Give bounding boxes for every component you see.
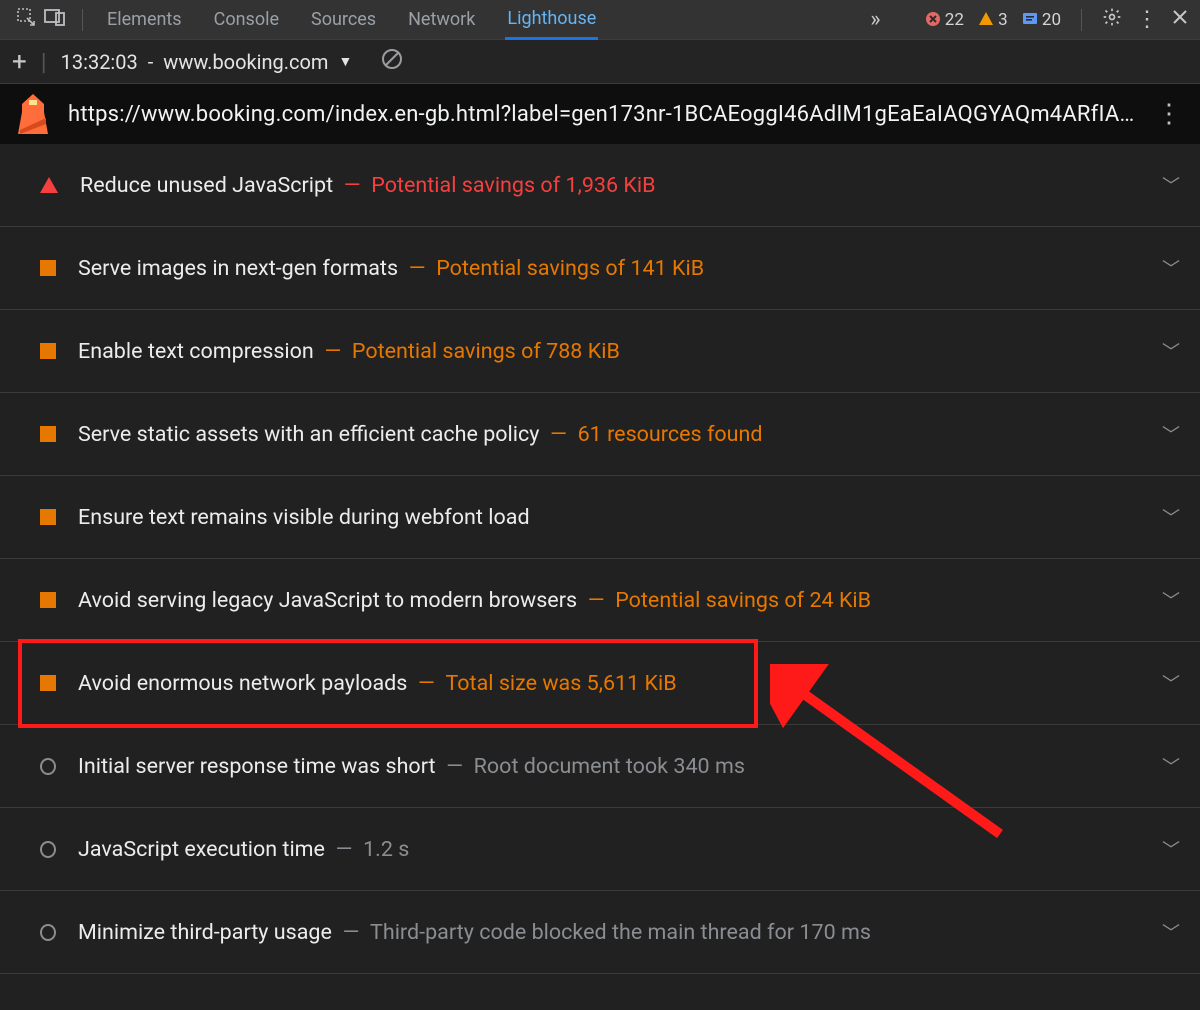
- audit-row[interactable]: Serve static assets with an efficient ca…: [0, 393, 1200, 476]
- report-url-bar: https://www.booking.com/index.en-gb.html…: [0, 84, 1200, 144]
- audit-detail: Potential savings of 24 KiB: [615, 588, 871, 613]
- audit-detail: Potential savings of 1,936 KiB: [371, 173, 655, 198]
- kebab-icon[interactable]: ⋮: [1136, 7, 1158, 32]
- audit-title: Ensure text remains visible during webfo…: [78, 505, 530, 530]
- warning-count[interactable]: 3: [978, 10, 1008, 30]
- audit-title: Avoid enormous network payloads: [78, 671, 407, 696]
- close-icon[interactable]: [1172, 9, 1188, 30]
- gear-icon[interactable]: [1102, 7, 1122, 32]
- lighthouse-toolbar: + | 13:32:03 - www.booking.com ▼: [0, 40, 1200, 84]
- device-toggle-icon[interactable]: [44, 8, 66, 31]
- new-report-button[interactable]: +: [12, 47, 41, 77]
- report-url[interactable]: https://www.booking.com/index.en-gb.html…: [68, 102, 1136, 127]
- tabs-overflow[interactable]: »: [870, 7, 880, 32]
- audit-detail: 1.2 s: [363, 837, 409, 862]
- inspect-icon[interactable]: [16, 7, 36, 32]
- chevron-down-icon: ﹀: [1162, 753, 1180, 779]
- audit-row[interactable]: Minimize third-party usage — Third-party…: [0, 891, 1200, 974]
- tab-lighthouse[interactable]: Lighthouse: [505, 0, 598, 40]
- devtools-tabbar: ElementsConsoleSourcesNetworkLighthouse …: [0, 0, 1200, 40]
- chevron-down-icon: ﹀: [1162, 172, 1180, 198]
- square-icon: [40, 260, 56, 276]
- chevron-down-icon: ﹀: [1162, 504, 1180, 530]
- audit-title: Reduce unused JavaScript: [80, 173, 333, 198]
- report-menu-icon[interactable]: ⋮: [1156, 99, 1182, 129]
- chevron-down-icon: ﹀: [1162, 919, 1180, 945]
- square-icon: [40, 675, 56, 691]
- square-icon: [40, 343, 56, 359]
- audit-row[interactable]: Initial server response time was short —…: [0, 725, 1200, 808]
- lighthouse-icon: [18, 94, 48, 134]
- audit-row[interactable]: JavaScript execution time — 1.2 s﹀: [0, 808, 1200, 891]
- square-icon: [40, 426, 56, 442]
- audit-detail: Third-party code blocked the main thread…: [370, 920, 871, 945]
- audit-row[interactable]: Serve images in next-gen formats — Poten…: [0, 227, 1200, 310]
- report-timestamp: 13:32:03: [61, 50, 138, 74]
- audit-detail: Potential savings of 141 KiB: [436, 256, 704, 281]
- error-count[interactable]: 22: [925, 10, 964, 30]
- audit-row[interactable]: Avoid serving legacy JavaScript to moder…: [0, 559, 1200, 642]
- audit-list[interactable]: Reduce unused JavaScript — Potential sav…: [0, 144, 1200, 1010]
- triangle-icon: [40, 177, 58, 193]
- circle-icon: [40, 758, 56, 775]
- report-site: www.booking.com: [163, 50, 328, 74]
- tab-console[interactable]: Console: [212, 1, 281, 38]
- tabs-container: Elements Console Sources Network Lighthouse: [89, 0, 870, 40]
- square-icon: [40, 592, 56, 608]
- dropdown-triangle-icon: ▼: [338, 53, 352, 70]
- report-selector[interactable]: 13:32:03 - www.booking.com ▼: [61, 50, 353, 74]
- chevron-down-icon: ﹀: [1162, 338, 1180, 364]
- audit-title: Serve static assets with an efficient ca…: [78, 422, 539, 447]
- audit-detail: Root document took 340 ms: [474, 754, 745, 779]
- clear-icon[interactable]: [380, 47, 404, 76]
- tab-network[interactable]: Network: [406, 1, 477, 38]
- chevron-down-icon: ﹀: [1162, 255, 1180, 281]
- audit-title: Initial server response time was short: [78, 754, 436, 779]
- chevron-down-icon: ﹀: [1162, 670, 1180, 696]
- audit-title: JavaScript execution time: [78, 837, 325, 862]
- circle-icon: [40, 841, 56, 858]
- audit-detail: Total size was 5,611 KiB: [445, 671, 676, 696]
- audit-title: Avoid serving legacy JavaScript to moder…: [78, 588, 577, 613]
- audit-row[interactable]: Avoid enormous network payloads — Total …: [0, 642, 1200, 725]
- tab-sources[interactable]: Sources: [309, 1, 378, 38]
- audit-title: Minimize third-party usage: [78, 920, 332, 945]
- circle-icon: [40, 924, 56, 941]
- chevron-down-icon: ﹀: [1162, 421, 1180, 447]
- tab-elements[interactable]: Elements: [105, 1, 184, 38]
- audit-title: Serve images in next-gen formats: [78, 256, 398, 281]
- audit-row[interactable]: Enable text compression — Potential savi…: [0, 310, 1200, 393]
- audit-title: Enable text compression: [78, 339, 314, 364]
- audit-detail: Potential savings of 788 KiB: [352, 339, 620, 364]
- audit-row[interactable]: Ensure text remains visible during webfo…: [0, 476, 1200, 559]
- chevron-down-icon: ﹀: [1162, 587, 1180, 613]
- info-count[interactable]: 20: [1022, 10, 1061, 30]
- square-icon: [40, 509, 56, 525]
- audit-row[interactable]: Reduce unused JavaScript — Potential sav…: [0, 144, 1200, 227]
- audit-detail: 61 resources found: [578, 422, 763, 447]
- chevron-down-icon: ﹀: [1162, 836, 1180, 862]
